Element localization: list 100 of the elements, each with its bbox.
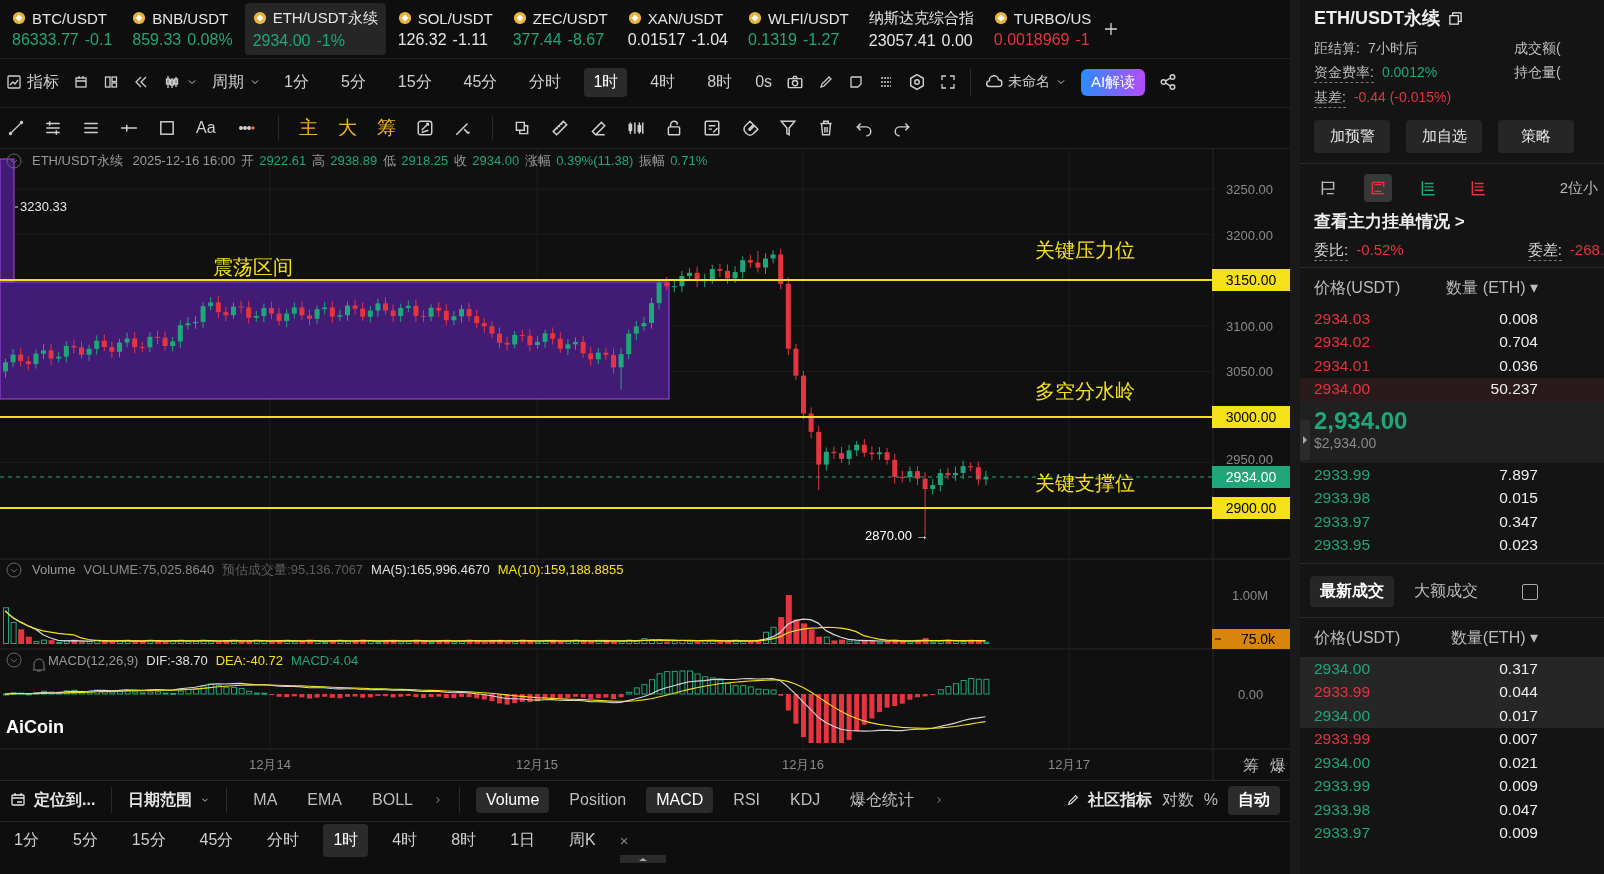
line-tool-icon[interactable] bbox=[8, 119, 24, 136]
stat-label: 距结算: bbox=[1314, 40, 1360, 58]
community-indicators-button[interactable]: 社区指标 bbox=[1065, 789, 1152, 811]
collapse-icon bbox=[6, 153, 22, 169]
layout-dropdown[interactable]: 未命名 bbox=[985, 73, 1068, 91]
trades-tab[interactable]: 大额成交 bbox=[1404, 576, 1488, 607]
settings-icon[interactable] bbox=[908, 73, 927, 91]
fullscreen-icon[interactable] bbox=[940, 74, 957, 90]
rewind-icon[interactable] bbox=[133, 74, 149, 90]
log-scale-toggle[interactable]: 对数 bbox=[1161, 789, 1194, 811]
share-icon[interactable] bbox=[1159, 73, 1178, 91]
period-tab[interactable]: 5分 bbox=[331, 67, 375, 97]
bid-price: 2933.95 bbox=[1314, 536, 1371, 555]
period-tab[interactable]: 5分 bbox=[62, 823, 108, 857]
period-tab[interactable]: 分时 bbox=[257, 823, 310, 857]
period-tab[interactable]: 1时 bbox=[323, 823, 369, 857]
calendar-icon[interactable] bbox=[73, 74, 89, 90]
precision-label[interactable]: 2位小 bbox=[1559, 178, 1598, 198]
collapse-handle-icon[interactable] bbox=[620, 855, 666, 863]
indicator-tab[interactable]: Volume bbox=[475, 787, 550, 813]
camera-icon[interactable] bbox=[786, 73, 805, 91]
add-icon[interactable] bbox=[1103, 21, 1120, 37]
chip-tool[interactable]: 大 bbox=[337, 114, 357, 141]
period-tab[interactable]: 4时 bbox=[641, 67, 685, 97]
trade-price: 2933.99 bbox=[1314, 730, 1371, 749]
parallel-lines-icon[interactable] bbox=[44, 118, 62, 137]
indicator-tab[interactable]: MACD bbox=[646, 787, 714, 813]
period-tab[interactable]: 45分 bbox=[189, 823, 244, 857]
period-tab[interactable]: 1日 bbox=[500, 823, 546, 857]
ask-row[interactable]: 2934.02 0.704 bbox=[1300, 330, 1604, 354]
expand-handle-icon[interactable] bbox=[1300, 420, 1310, 460]
ticker-item[interactable]: WLFI/USDT 0.1319 -1.27 bbox=[739, 3, 857, 55]
auto-scale-toggle[interactable]: 自动 bbox=[1228, 785, 1280, 815]
ticker-item[interactable]: XAN/USDT 0.01517 -1.04 bbox=[619, 3, 736, 55]
candlestick-icon[interactable] bbox=[163, 74, 181, 90]
edit-icon[interactable] bbox=[702, 118, 721, 137]
indicators-button[interactable]: 指标 bbox=[27, 71, 59, 93]
percent-toggle[interactable]: % bbox=[1203, 791, 1218, 809]
filter-icon[interactable] bbox=[778, 118, 797, 137]
indicator-tab[interactable]: Position bbox=[559, 787, 637, 813]
ask-row[interactable]: 2934.03 0.008 bbox=[1300, 307, 1604, 331]
period-tab[interactable]: 1时 bbox=[584, 67, 628, 97]
action-button[interactable]: 加预警 bbox=[1314, 120, 1390, 153]
chip-tool[interactable]: 主 bbox=[298, 114, 318, 141]
ticker-item[interactable]: BTC/USDT 86333.77 -0.1 bbox=[4, 3, 121, 55]
magnet-icon[interactable] bbox=[740, 118, 759, 137]
text-tool[interactable]: Aa bbox=[196, 118, 216, 137]
indicator-tab[interactable]: EMA bbox=[297, 787, 352, 813]
price-tag: 3150.00 bbox=[1212, 269, 1290, 291]
indicator-tab[interactable]: BOLL bbox=[362, 787, 423, 813]
trades-tab[interactable]: 最新成交 bbox=[1310, 576, 1394, 607]
ticker-item[interactable]: TURBO/US 0.0018969 -1 bbox=[985, 3, 1100, 55]
chip-tool[interactable]: 筹 bbox=[376, 114, 396, 141]
ticker-change: -0.1 bbox=[84, 30, 113, 49]
book-both-icon bbox=[1369, 179, 1387, 197]
period-tab[interactable]: 1分 bbox=[275, 67, 318, 97]
filter-checkbox[interactable] bbox=[1522, 583, 1538, 600]
axis-tool[interactable]: 爆 bbox=[1270, 757, 1286, 774]
window-icon[interactable] bbox=[1448, 10, 1463, 26]
indicator-tab[interactable]: KDJ bbox=[780, 787, 831, 813]
column-header[interactable]: 数量(ETH) ▾ bbox=[1450, 628, 1538, 649]
period-tab[interactable]: 8时 bbox=[698, 67, 742, 97]
ticker-item[interactable]: ETH/USDT永续 2934.00 -1% bbox=[244, 3, 386, 55]
layout-icon[interactable] bbox=[103, 74, 119, 90]
trade-price: 2934.00 bbox=[1314, 659, 1371, 678]
ticker-item[interactable]: ZEC/USDT 377.44 -8.67 bbox=[504, 3, 616, 55]
action-button[interactable]: 策略 bbox=[1498, 120, 1574, 153]
ruler-icon[interactable] bbox=[550, 118, 569, 137]
action-button[interactable]: 加自选 bbox=[1406, 120, 1482, 153]
axis-tool[interactable]: 筹 bbox=[1243, 757, 1259, 774]
ticker-item[interactable]: BNB/USDT 859.33 0.08% bbox=[124, 3, 241, 55]
date-range-dropdown[interactable]: 日期范围 bbox=[128, 789, 211, 811]
price-tick: 3050.00 bbox=[1226, 364, 1273, 380]
trade-price: 2933.99 bbox=[1314, 777, 1371, 796]
ticker-price: 377.44 bbox=[512, 30, 562, 49]
depth-link[interactable]: 查看主力挂单情况 > bbox=[1314, 210, 1604, 233]
indicator-tab[interactable]: MA bbox=[243, 787, 288, 813]
period-tab[interactable]: 15分 bbox=[121, 823, 176, 857]
period-dropdown[interactable]: 周期 bbox=[212, 71, 261, 93]
indicator-tab[interactable]: RSI bbox=[723, 787, 770, 813]
period-tab[interactable]: 45分 bbox=[454, 67, 507, 97]
trade-amount: 0.021 bbox=[1499, 753, 1538, 772]
period-tab[interactable]: 15分 bbox=[388, 67, 441, 97]
rectangle-icon[interactable] bbox=[158, 118, 176, 137]
ticker-symbol: BTC/USDT bbox=[32, 9, 107, 27]
ask-row[interactable]: 2934.01 0.036 bbox=[1300, 354, 1604, 378]
column-header[interactable]: 数量 (ETH) ▾ bbox=[1446, 278, 1538, 299]
locate-button[interactable]: 定位到... bbox=[10, 789, 96, 811]
close-button[interactable]: × bbox=[619, 831, 629, 849]
period-tab[interactable]: 周K bbox=[559, 823, 606, 857]
period-tab[interactable]: 分时 bbox=[520, 67, 571, 97]
period-tab[interactable]: 8时 bbox=[441, 823, 487, 857]
ticker-item[interactable]: SOL/USDT 126.32 -1.11 bbox=[389, 3, 501, 55]
period-tab[interactable]: 1分 bbox=[4, 823, 49, 857]
indicator-tab[interactable]: 爆仓统计 bbox=[840, 785, 925, 815]
eraser-icon[interactable] bbox=[588, 118, 607, 137]
period-tab[interactable]: 4时 bbox=[382, 823, 428, 857]
ask-row[interactable]: 2934.00 50.237 bbox=[1300, 377, 1604, 401]
ticker-item[interactable]: 纳斯达克综合指 23057.41 0.00 bbox=[860, 3, 982, 55]
ai-button[interactable]: AI解读 bbox=[1081, 68, 1146, 96]
